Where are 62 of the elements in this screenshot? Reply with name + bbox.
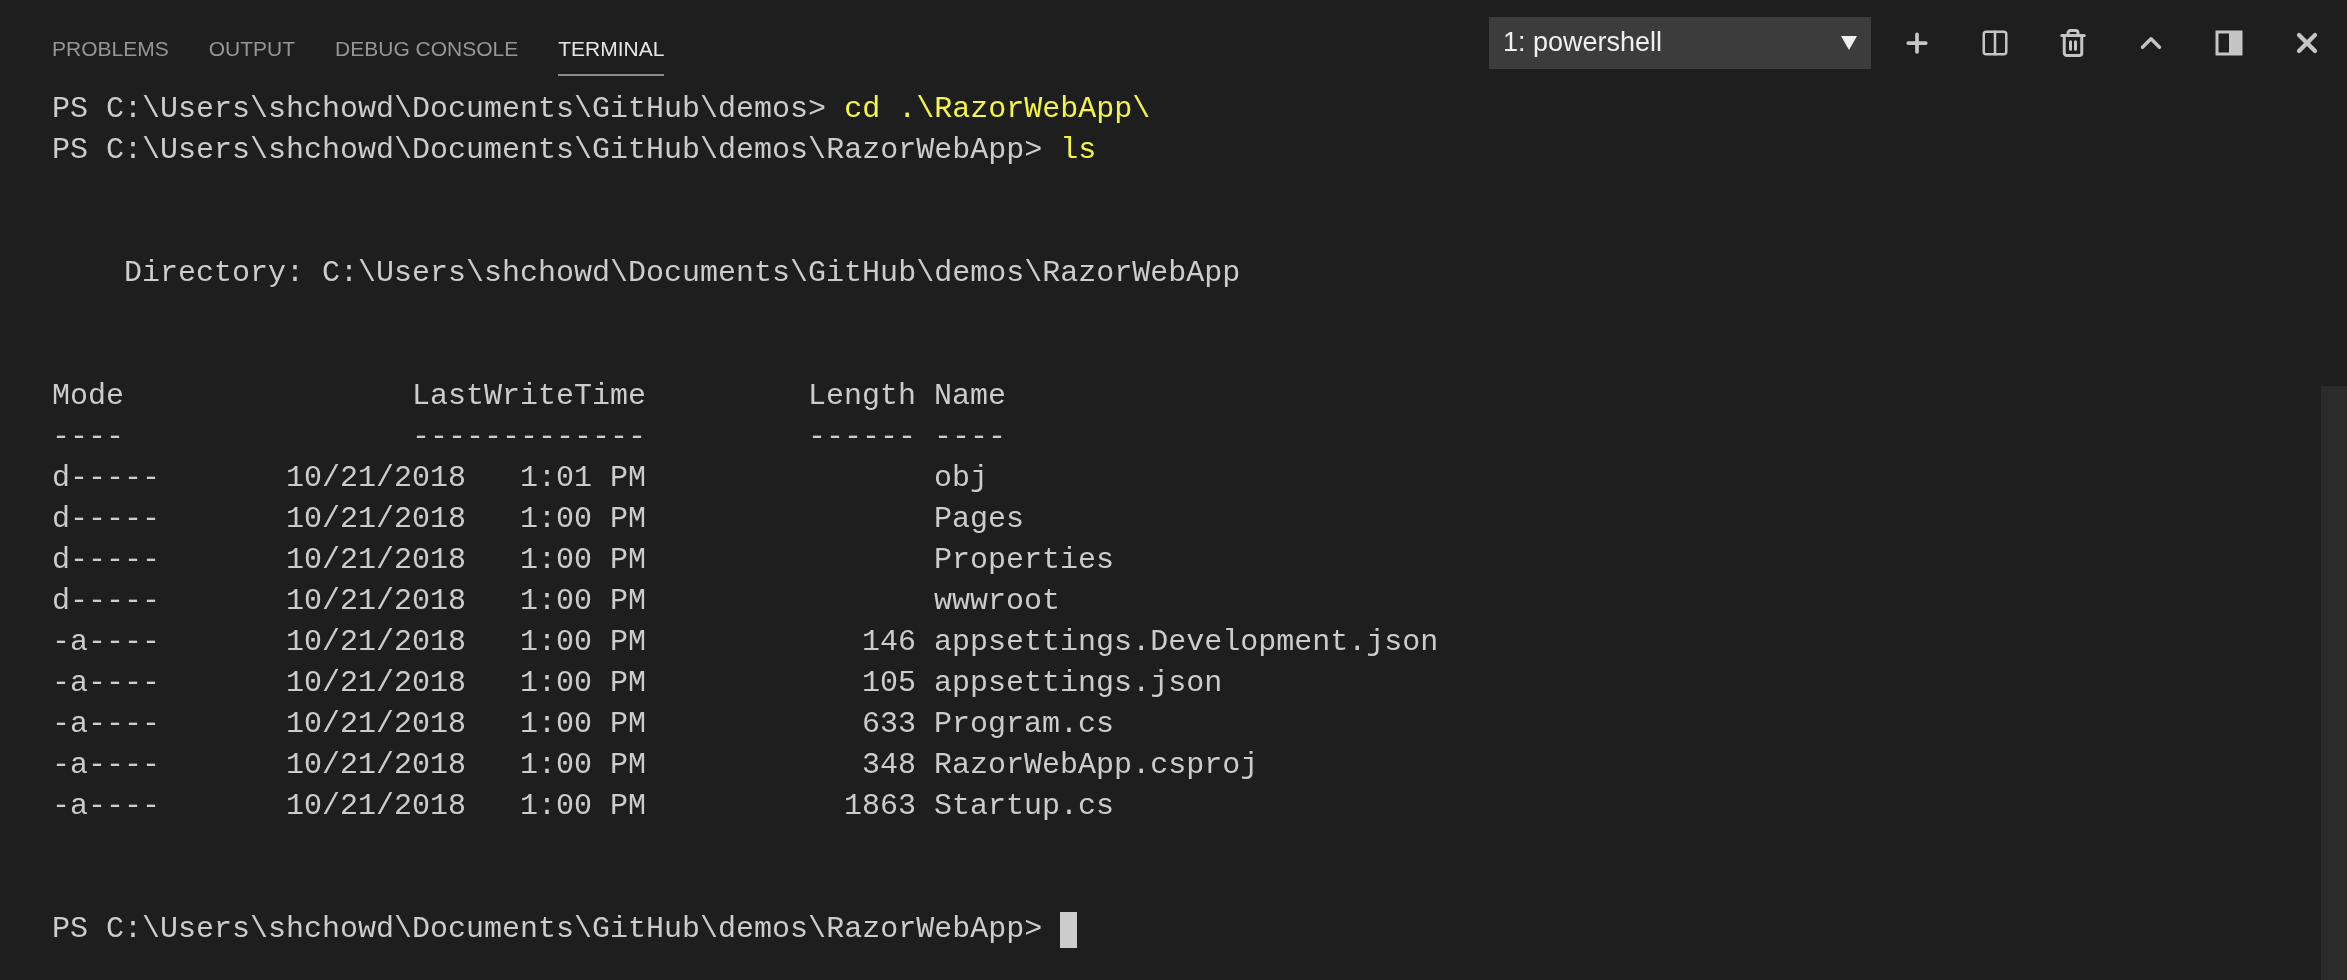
header-underline: ------ (807, 419, 917, 456)
dropdown-caret-icon (1841, 35, 1857, 50)
table-cell-text: Startup.cs (934, 788, 1115, 825)
table-cell-text: 10/21/2018 (286, 501, 467, 538)
table-cell-text: 10/21/2018 (286, 788, 467, 825)
table-cell-text: RazorWebApp.csproj (934, 747, 1259, 784)
table-cell-text: 633 (861, 706, 917, 743)
table-cell-text: -a---- (52, 665, 162, 702)
table-cell-text: -a---- (52, 747, 162, 784)
prompt-text: PS C:\Users\shchowd\Documents\GitHub\demos\RazorWebApp> (52, 133, 1043, 167)
prompt-text: PS C:\Users\shchowd\Documents\GitHub\demos\RazorWebApp> (52, 911, 1043, 948)
table-cell-text: 1:01 PM (520, 460, 647, 497)
table-cell-text: wwwroot (934, 583, 1061, 620)
table-cell-text: d----- (52, 501, 162, 538)
table-cell-text: d----- (52, 460, 162, 497)
table-cell-text: 1:00 PM (520, 624, 647, 661)
directory-text: Directory: C:\Users\shchowd\Documents\GitHub\demos\RazorWebApp (123, 256, 1241, 290)
table-cell-text: 10/21/2018 (286, 706, 467, 743)
cursor-icon (1060, 911, 1078, 948)
table-cell-text: Pages (934, 501, 1025, 538)
table-cell-text: 10/21/2018 (286, 624, 467, 661)
table-cell-text: 105 (861, 665, 917, 702)
panel-tab[interactable]: PROBLEMS (52, 23, 169, 76)
terminal-select[interactable]: 1: powershell (1489, 16, 1871, 69)
column-header: Name (934, 378, 1007, 415)
table-cell-text: -a---- (52, 624, 162, 661)
table-cell-text: 1863 (843, 788, 917, 825)
column-header: Length (807, 378, 917, 415)
table-cell-text: d----- (52, 583, 162, 620)
panel-tab[interactable]: OUTPUT (208, 23, 296, 76)
table-cell-text: d----- (52, 542, 162, 579)
table-cell-text: appsettings.Development.json (934, 624, 1439, 661)
command-text: cd .\RazorWebApp\ (844, 92, 1151, 126)
table-cell-text: 10/21/2018 (286, 542, 467, 579)
table-cell-text: appsettings.json (934, 665, 1223, 702)
table-cell-text: 1:00 PM (520, 665, 647, 702)
prompt-text: PS C:\Users\shchowd\Documents\GitHub\demos> (52, 92, 827, 126)
table-cell-text: -a---- (52, 706, 162, 743)
command-text: ls (1060, 133, 1097, 167)
panel-tab[interactable]: DEBUG CONSOLE (335, 23, 519, 76)
table-cell-text: 1:00 PM (520, 706, 647, 743)
table-cell-text: 1:00 PM (520, 501, 647, 538)
table-cell-text: 10/21/2018 (286, 583, 467, 620)
table-cell-text: 348 (861, 747, 917, 784)
table-cell-text: 10/21/2018 (286, 665, 467, 702)
table-cell-text: obj (934, 460, 989, 497)
table-cell-text: 10/21/2018 (286, 747, 467, 784)
header-underline: ---- (52, 419, 125, 456)
table-cell-text: -a---- (52, 788, 162, 825)
table-cell-text: 1:00 PM (520, 788, 647, 825)
table-cell-text: Program.cs (934, 706, 1115, 743)
panel-tab[interactable]: TERMINAL (558, 23, 665, 76)
header-underline: ---- (934, 419, 1007, 456)
column-header: Mode (52, 378, 125, 415)
table-cell-text: Properties (934, 542, 1115, 579)
table-cell-text: 1:00 PM (520, 583, 647, 620)
table-cell-text: 1:00 PM (520, 747, 647, 784)
header-underline: ------------- (412, 419, 647, 456)
table-cell-text: 146 (861, 624, 917, 661)
column-header: LastWriteTime (412, 378, 647, 415)
table-cell-text: 1:00 PM (520, 542, 647, 579)
table-cell-text: 10/21/2018 (286, 460, 467, 497)
